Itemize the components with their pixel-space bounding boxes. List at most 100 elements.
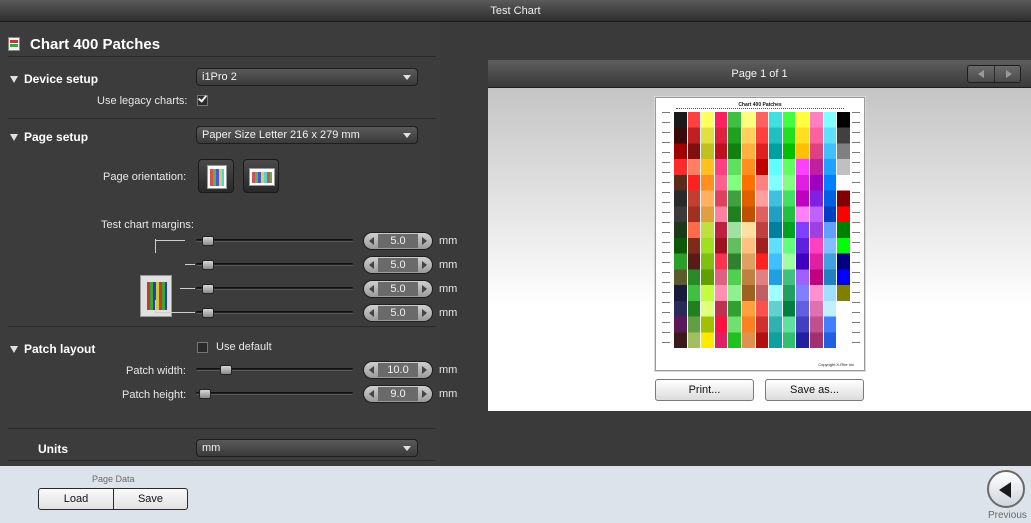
device-dropdown[interactable]: i1Pro 2 xyxy=(196,68,418,86)
disclosure-triangle-icon[interactable] xyxy=(10,133,18,141)
save-as-button[interactable]: Save as... xyxy=(765,379,864,401)
patch-height-slider[interactable] xyxy=(196,392,353,395)
print-button[interactable]: Print... xyxy=(655,379,754,401)
margin-bottom-slider-thumb[interactable] xyxy=(202,308,214,318)
patch-height-slider-thumb[interactable] xyxy=(199,389,211,399)
margin-left-slider[interactable] xyxy=(196,263,353,266)
margin-leader-line xyxy=(155,312,195,313)
decrement-icon[interactable] xyxy=(369,390,374,398)
patch-height-label: Patch height: xyxy=(122,389,187,401)
margin-leader-line xyxy=(155,240,185,241)
paper-size-dropdown[interactable]: Paper Size Letter 216 x 279 mm xyxy=(196,126,418,144)
increment-icon[interactable] xyxy=(422,366,427,374)
units-value: mm xyxy=(202,442,221,454)
margin-leader-line xyxy=(155,239,156,253)
margin-leader-line xyxy=(185,264,195,265)
landscape-orientation-button[interactable] xyxy=(243,159,279,193)
margin-left-slider-thumb[interactable] xyxy=(202,260,214,270)
settings-panel: Chart 400 Patches Device setup i1Pro 2 U… xyxy=(0,22,457,466)
margins-label: Test chart margins: xyxy=(101,219,194,231)
patch-column xyxy=(742,112,755,348)
margin-right-value[interactable]: 5.0 xyxy=(378,282,418,296)
chart-page-rule xyxy=(676,108,844,111)
page-title: Chart 400 Patches xyxy=(30,35,161,53)
window-title-bar: Test Chart xyxy=(0,0,1031,22)
row-labels xyxy=(852,112,860,348)
margin-top-slider-thumb[interactable] xyxy=(202,236,214,246)
decrement-icon[interactable] xyxy=(369,366,374,374)
divider xyxy=(8,460,436,461)
section-patch-layout[interactable]: Patch layout xyxy=(10,342,95,356)
margin-right-slider-thumb[interactable] xyxy=(202,284,214,294)
margin-right-stepper[interactable]: 5.0 xyxy=(363,280,433,298)
arrow-right-icon xyxy=(1005,70,1012,78)
legacy-charts-label: Use legacy charts: xyxy=(97,95,188,107)
margin-top-value[interactable]: 5.0 xyxy=(378,234,418,248)
patch-column xyxy=(701,112,714,348)
unit-label: mm xyxy=(439,388,458,400)
patch-width-label: Patch width: xyxy=(126,365,186,377)
unit-label: mm xyxy=(439,307,458,319)
increment-icon[interactable] xyxy=(422,309,427,317)
section-title: Patch layout xyxy=(24,342,96,356)
load-button[interactable]: Load xyxy=(38,488,114,510)
next-page-button[interactable] xyxy=(993,66,1020,82)
page-orientation-label: Page orientation: xyxy=(103,171,187,183)
previous-button[interactable] xyxy=(987,470,1025,508)
section-device-setup[interactable]: Device setup xyxy=(10,72,98,86)
section-title: Device setup xyxy=(24,72,99,86)
legacy-charts-checkbox[interactable] xyxy=(197,93,208,106)
increment-icon[interactable] xyxy=(422,261,427,269)
increment-icon[interactable] xyxy=(422,390,427,398)
patch-width-value[interactable]: 10.0 xyxy=(378,363,418,377)
margin-left-value[interactable]: 5.0 xyxy=(378,258,418,272)
patch-column xyxy=(728,112,742,348)
divider xyxy=(8,118,436,119)
unit-label: mm xyxy=(439,283,458,295)
section-page-setup[interactable]: Page setup xyxy=(10,130,88,144)
decrement-icon[interactable] xyxy=(369,261,374,269)
use-default-checkbox[interactable] xyxy=(197,342,208,353)
patch-width-stepper[interactable]: 10.0 xyxy=(363,361,433,379)
margin-bottom-value[interactable]: 5.0 xyxy=(378,306,418,320)
disclosure-triangle-icon[interactable] xyxy=(10,75,18,83)
divider xyxy=(8,56,436,57)
margin-bottom-slider[interactable] xyxy=(196,311,353,314)
checkmark-icon xyxy=(198,93,207,103)
disclosure-triangle-icon[interactable] xyxy=(10,345,18,353)
decrement-icon[interactable] xyxy=(369,237,374,245)
divider xyxy=(8,428,436,429)
portrait-orientation-button[interactable] xyxy=(198,159,234,193)
chart-page-thumbnail: Chart 400 Patches Copyright X-Rite Inc xyxy=(655,97,865,371)
landscape-page-icon xyxy=(249,168,275,186)
margin-top-slider[interactable] xyxy=(196,239,353,242)
units-dropdown[interactable]: mm xyxy=(196,439,418,457)
margin-bottom-stepper[interactable]: 5.0 xyxy=(363,304,433,322)
patch-height-value[interactable]: 9.0 xyxy=(378,387,418,401)
decrement-icon[interactable] xyxy=(369,309,374,317)
chart-page-footer: Copyright X-Rite Inc xyxy=(818,362,854,367)
save-button[interactable]: Save xyxy=(113,488,188,510)
margin-left-stepper[interactable]: 5.0 xyxy=(363,256,433,274)
increment-icon[interactable] xyxy=(422,237,427,245)
patch-width-slider-thumb[interactable] xyxy=(220,365,232,375)
units-label: Units xyxy=(38,442,68,456)
decrement-icon[interactable] xyxy=(369,285,374,293)
use-default-label[interactable]: Use default xyxy=(216,341,272,353)
patch-height-stepper[interactable]: 9.0 xyxy=(363,385,433,403)
increment-icon[interactable] xyxy=(422,285,427,293)
unit-label: mm xyxy=(439,364,458,376)
previous-page-button[interactable] xyxy=(968,66,994,82)
patch-column xyxy=(674,112,687,348)
margin-right-slider[interactable] xyxy=(196,287,353,290)
section-title: Page setup xyxy=(24,130,89,144)
page-data-label: Page Data xyxy=(92,474,135,484)
row-labels xyxy=(662,112,670,348)
margin-top-stepper[interactable]: 5.0 xyxy=(363,232,433,250)
patch-column xyxy=(810,112,823,348)
chevron-down-icon xyxy=(403,446,411,451)
chevron-down-icon xyxy=(403,75,411,80)
patch-column xyxy=(714,112,728,348)
patch-columns xyxy=(674,112,850,348)
bottom-bar: Page Data Load Save Previous xyxy=(0,466,1031,523)
